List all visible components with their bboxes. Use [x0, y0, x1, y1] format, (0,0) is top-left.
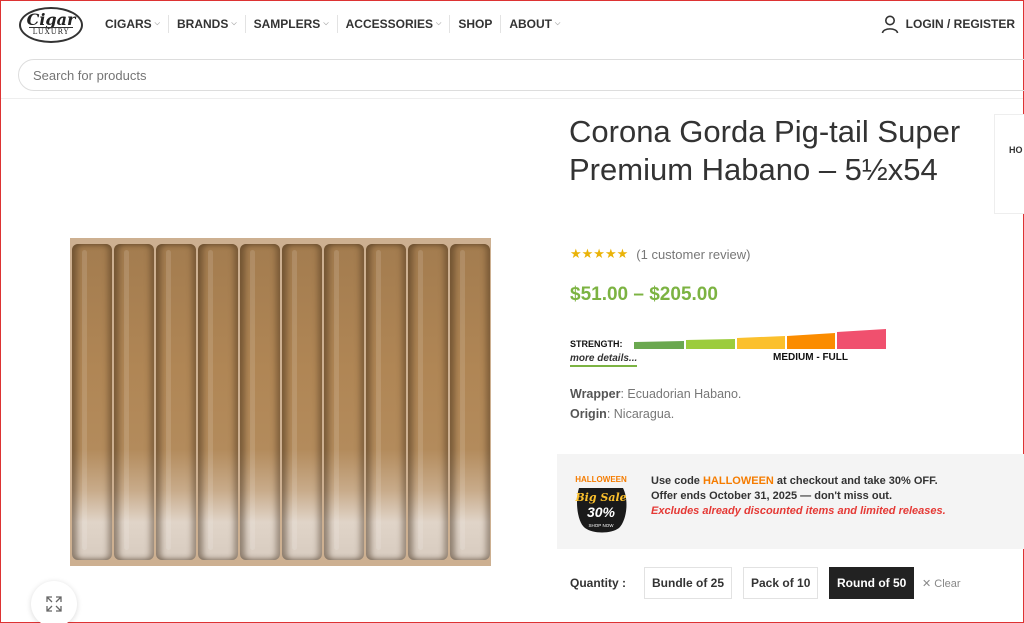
cigar-graphic: [408, 244, 448, 560]
nav-label: SAMPLERS: [253, 17, 321, 31]
promo-banner: HALLOWEEN Big Sale 30% SHOP NOW Use code…: [557, 454, 1024, 549]
nav-item-about[interactable]: ABOUT ⌵: [501, 15, 568, 33]
product-meta: Wrapper: Ecuadorian Habano. Origin: Nica…: [570, 384, 741, 424]
clear-selection-link[interactable]: ✕ Clear: [922, 577, 961, 590]
quantity-option-round-50[interactable]: Round of 50: [829, 567, 915, 599]
star-rating-icon: ★★★★★: [570, 246, 629, 261]
strength-value: MEDIUM - FULL: [773, 352, 848, 363]
halloween-sale-badge[interactable]: HALLOWEEN Big Sale 30% SHOP NOW: [571, 470, 631, 534]
expand-image-button[interactable]: [31, 581, 77, 623]
search-bar: [18, 59, 1024, 91]
strength-segment: [686, 339, 735, 349]
wrapper-row: Wrapper: Ecuadorian Habano.: [570, 384, 741, 404]
cigar-graphic: [450, 244, 490, 560]
strength-label: STRENGTH:: [570, 339, 623, 349]
chevron-down-icon: ⌵: [323, 20, 329, 27]
review-count-link[interactable]: (1 customer review): [636, 247, 750, 262]
nav-item-samplers[interactable]: SAMPLERS ⌵: [246, 15, 338, 33]
strength-segment: [837, 329, 886, 349]
chevron-down-icon: ⌵: [154, 20, 160, 27]
nav-label: ACCESSORIES: [345, 17, 433, 31]
site-header: Cigar LUXURY CIGARS ⌵ BRANDS ⌵ SAMPLERS ⌵ A…: [1, 1, 1023, 49]
login-register-label: LOGIN / REGISTER: [905, 17, 1015, 31]
nav-label: BRANDS: [176, 17, 229, 31]
product-image[interactable]: [70, 238, 491, 566]
cigar-graphic: [114, 244, 154, 560]
nav-item-cigars[interactable]: CIGARS ⌵: [97, 15, 169, 33]
nav-label: SHOP: [458, 17, 493, 31]
quantity-label: Quantity :: [570, 576, 626, 590]
badge-text: 30%: [587, 504, 616, 520]
promo-message: Use code HALLOWEEN at checkout and take …: [651, 474, 946, 519]
promo-line-3: Excludes already discounted items and li…: [651, 505, 946, 517]
cigar-graphic: [282, 244, 322, 560]
cigar-graphic: [366, 244, 406, 560]
logo-text: Cigar: [26, 10, 76, 29]
cigar-graphic: [156, 244, 196, 560]
nav-item-brands[interactable]: BRANDS ⌵: [169, 15, 246, 33]
promo-line-1: Use code HALLOWEEN at checkout and take …: [651, 474, 946, 489]
more-details-link[interactable]: more details...: [570, 353, 638, 367]
header-divider: [1, 98, 1023, 99]
site-logo[interactable]: Cigar LUXURY: [19, 7, 83, 43]
side-promo-card[interactable]: HO: [994, 114, 1024, 214]
wrapper-label: Wrapper: [570, 387, 621, 401]
nav-label: CIGARS: [105, 17, 152, 31]
nav-label: ABOUT: [509, 17, 552, 31]
product-title: Corona Gorda Pig-tail Super Premium Haba…: [569, 114, 961, 187]
promo-line-2: Offer ends October 31, 2025 — don't miss…: [651, 490, 893, 502]
nav-item-accessories[interactable]: ACCESSORIES ⌵: [338, 15, 451, 33]
side-card-text: HO: [1009, 145, 1023, 155]
search-input[interactable]: [19, 60, 1024, 90]
quantity-option-pack-10[interactable]: Pack of 10: [743, 567, 819, 599]
origin-row: Origin: Nicaragua.: [570, 404, 741, 424]
chevron-down-icon: ⌵: [555, 20, 561, 27]
origin-label: Origin: [570, 407, 607, 421]
close-icon: ✕: [922, 578, 932, 590]
promo-text: Use code: [651, 475, 703, 487]
product-rating: ★★★★★ (1 customer review): [570, 246, 750, 262]
user-icon: [881, 15, 898, 34]
wrapper-value: : Ecuadorian Habano.: [620, 387, 742, 401]
strength-segment: [787, 333, 835, 349]
expand-icon: [46, 596, 62, 612]
promo-code: HALLOWEEN: [702, 475, 774, 487]
strength-meter: [634, 329, 886, 349]
nav-item-shop[interactable]: SHOP: [450, 15, 502, 33]
strength-segment: [634, 341, 684, 349]
main-nav: CIGARS ⌵ BRANDS ⌵ SAMPLERS ⌵ ACCESSORIES ⌵ S…: [97, 15, 568, 33]
product-price: $51.00 – $205.00: [570, 284, 718, 305]
cigar-graphic: [198, 244, 238, 560]
cigar-graphic: [240, 244, 280, 560]
quantity-option-bundle-25[interactable]: Bundle of 25: [644, 567, 733, 599]
cigar-graphic: [324, 244, 364, 560]
cigar-graphic: [72, 244, 112, 560]
chevron-down-icon: ⌵: [231, 20, 237, 27]
clear-label: Clear: [934, 578, 961, 590]
badge-text: SHOP NOW: [589, 523, 615, 528]
login-register-link[interactable]: LOGIN / REGISTER: [880, 14, 1015, 34]
origin-value: : Nicaragua.: [606, 407, 675, 421]
chevron-down-icon: ⌵: [436, 20, 442, 27]
badge-text: Big Sale: [574, 491, 626, 504]
badge-text: HALLOWEEN: [575, 475, 627, 484]
logo-subtext: LUXURY: [28, 27, 74, 37]
strength-segment: [737, 336, 785, 349]
promo-text: at checkout and take 30% OFF.: [773, 475, 938, 487]
